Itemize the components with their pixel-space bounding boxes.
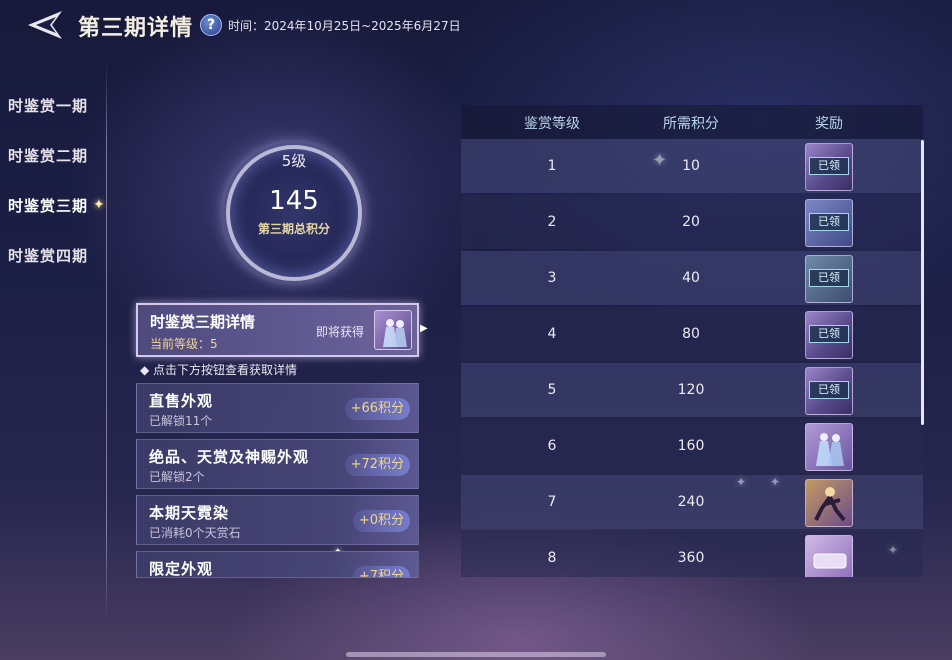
row-level: 1 — [547, 158, 557, 174]
category-dye[interactable]: 本期天霓染 已消耗0个天赏石 +0积分 — [136, 495, 419, 545]
category-points: +7积分 — [352, 566, 410, 577]
reward-item[interactable]: 已领 — [805, 199, 853, 247]
claimed-badge: 已领 — [809, 269, 849, 287]
category-subtitle: 已消耗0个天赏石 — [149, 526, 241, 540]
table-row: 3 40 已领 — [461, 251, 923, 305]
nav-divider — [106, 60, 107, 620]
header-level: 鉴赏等级 — [524, 116, 580, 132]
category-title: 直售外观 — [149, 392, 214, 410]
row-level: 7 — [547, 494, 557, 510]
current-level: 当前等级：5 — [150, 337, 218, 351]
total-score: 145 — [269, 186, 319, 216]
reward-item[interactable]: 已领 — [805, 367, 853, 415]
table-row: 1 10 已领 — [461, 139, 923, 193]
category-premium[interactable]: 绝品、天赏及神赐外观 已解锁2个 +72积分 — [136, 439, 419, 489]
table-scrollbar[interactable] — [921, 140, 924, 425]
header-points: 所需积分 — [663, 116, 719, 132]
home-indicator — [346, 652, 606, 657]
claimed-badge: 已领 — [809, 157, 849, 175]
row-level: 8 — [547, 550, 557, 566]
claimed-badge: 已领 — [809, 381, 849, 399]
period-detail-card[interactable]: 时鉴赏三期详情 当前等级：5 即将获得 ▶ — [136, 303, 428, 357]
table-row: 4 80 已领 — [461, 307, 923, 361]
row-level: 2 — [547, 214, 557, 230]
row-level: 3 — [547, 270, 557, 286]
category-limited[interactable]: 限定外观 +7积分 — [136, 551, 419, 578]
chest-icon — [813, 553, 847, 569]
action-pose-icon — [814, 487, 846, 522]
header-reward: 奖励 — [815, 116, 843, 132]
outfit-icon — [816, 433, 844, 466]
page-title: 第三期详情 — [78, 15, 194, 41]
category-title: 绝品、天赏及神赐外观 — [149, 448, 310, 466]
row-points: 120 — [677, 382, 705, 398]
row-points: 160 — [677, 438, 705, 454]
reward-item[interactable] — [805, 479, 853, 527]
detail-title: 时鉴赏三期详情 — [150, 313, 256, 331]
nav-item-period-3[interactable]: 时鉴赏三期 — [8, 195, 88, 216]
row-points: 80 — [682, 326, 700, 342]
upcoming-label: 即将获得 — [316, 325, 365, 339]
row-points: 360 — [677, 550, 705, 566]
category-points: +72积分 — [344, 454, 410, 476]
category-direct-sale[interactable]: 直售外观 已解锁11个 +66积分 — [136, 383, 419, 433]
reward-item[interactable] — [805, 423, 853, 471]
row-points: 240 — [677, 494, 705, 510]
table-row: 6 160 — [461, 419, 923, 473]
table-row: 7 240 — [461, 475, 923, 529]
period-time: 时间：2024年10月25日~2025年6月27日 — [228, 19, 461, 33]
instruction-hint: ◆ 点击下方按钮查看获取详情 — [140, 363, 298, 377]
row-points: 20 — [682, 214, 700, 230]
row-level: 5 — [547, 382, 557, 398]
nav-item-period-2[interactable]: 时鉴赏二期 — [8, 145, 88, 166]
help-icon[interactable]: ? — [200, 14, 222, 36]
nav-item-period-1[interactable]: 时鉴赏一期 — [8, 95, 88, 116]
reward-item[interactable]: 已领 — [805, 311, 853, 359]
category-points: +0积分 — [352, 510, 410, 532]
category-subtitle: 已解锁2个 — [149, 470, 205, 484]
category-title: 限定外观 — [149, 560, 214, 578]
top-header: 第三期详情 ? 时间：2024年10月25日~2025年6月27日 — [0, 0, 952, 52]
claimed-badge: 已领 — [809, 213, 849, 231]
table-row: 2 20 已领 — [461, 195, 923, 249]
reward-item[interactable]: 已领 — [805, 143, 853, 191]
back-arrow-icon — [28, 11, 62, 39]
row-points: 10 — [682, 158, 700, 174]
row-level: 4 — [547, 326, 557, 342]
reward-table: 鉴赏等级 所需积分 奖励 1 10 已领 2 20 已领 3 40 已领 4 8… — [461, 105, 923, 577]
table-row: 8 360 — [461, 531, 923, 577]
reward-item[interactable]: 已领 — [805, 255, 853, 303]
row-level: 6 — [547, 438, 557, 454]
reward-item[interactable] — [805, 535, 853, 577]
ring-level: 5级 — [281, 152, 307, 170]
claimed-badge: 已领 — [809, 325, 849, 343]
row-points: 40 — [682, 270, 700, 286]
upcoming-reward-icon[interactable] — [374, 310, 412, 350]
table-row: 5 120 已领 — [461, 363, 923, 417]
table-header: 鉴赏等级 所需积分 奖励 — [461, 105, 923, 139]
back-button[interactable] — [26, 8, 68, 42]
pointer-arrow-icon: ▶ — [420, 323, 428, 334]
active-sparkle-icon: ✦ — [93, 197, 105, 213]
total-score-label: 第三期总积分 — [257, 222, 330, 236]
category-points: +66积分 — [344, 398, 410, 420]
category-subtitle: 已解锁11个 — [149, 414, 213, 428]
nav-item-period-4[interactable]: 时鉴赏四期 — [8, 245, 88, 266]
category-title: 本期天霓染 — [149, 504, 230, 522]
